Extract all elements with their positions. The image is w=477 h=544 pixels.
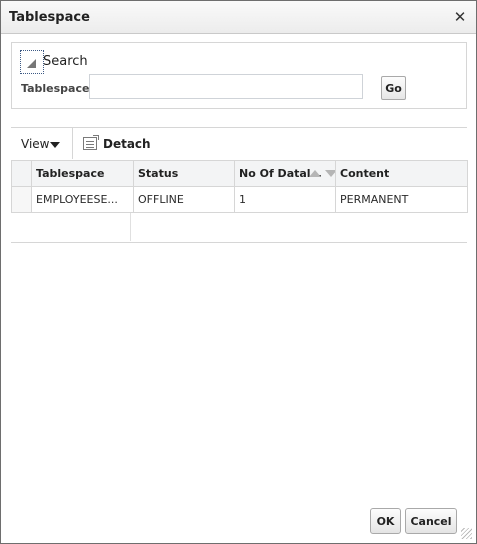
table-row[interactable]: EMPLOYEESE... OFFLINE 1 PERMANENT [11, 186, 468, 213]
cancel-button[interactable]: Cancel [405, 508, 457, 534]
row-selector-header [11, 160, 32, 187]
tablespace-field-label: Tablespace [21, 82, 90, 95]
table-header-row: Tablespace Status No Of Datal Content [11, 160, 468, 187]
column-header-tablespace[interactable]: Tablespace [31, 160, 134, 187]
close-icon[interactable]: ✕ [452, 8, 468, 26]
tablespace-table: Tablespace Status No Of Datal Content EM… [11, 160, 468, 213]
toolbar-divider [11, 127, 467, 128]
disclosure-triangle-icon [27, 59, 36, 68]
detach-button[interactable]: Detach [103, 137, 151, 151]
column-header-status[interactable]: Status [133, 160, 235, 187]
cell-tablespace: EMPLOYEESE... [31, 186, 134, 213]
tablespace-search-input[interactable] [89, 74, 363, 99]
cell-status: OFFLINE [133, 186, 235, 213]
sort-ascending-icon[interactable] [308, 170, 321, 177]
caret-down-icon[interactable] [50, 142, 60, 148]
row-selector[interactable] [11, 186, 32, 213]
resize-grip-icon[interactable] [461, 528, 472, 539]
dialog-title: Tablespace [9, 10, 90, 25]
table-footer-separator [130, 213, 131, 241]
detach-icon[interactable] [83, 135, 99, 150]
table-footer-divider [11, 242, 467, 243]
search-heading[interactable]: Search [43, 54, 88, 69]
ok-button[interactable]: OK [370, 508, 401, 534]
tablespace-dialog: Tablespace ✕ Search Tablespace Go View D… [0, 0, 477, 544]
dialog-titlebar[interactable]: Tablespace ✕ [1, 1, 476, 34]
go-button[interactable]: Go [381, 76, 406, 100]
cell-content: PERMANENT [335, 186, 468, 213]
search-disclosure-toggle[interactable] [20, 50, 44, 74]
cell-no-of-datafiles: 1 [234, 186, 336, 213]
search-panel: Search Tablespace Go [11, 42, 467, 109]
toolbar-separator [72, 128, 73, 159]
column-header-content[interactable]: Content [335, 160, 468, 187]
view-menu[interactable]: View [21, 137, 49, 151]
sort-descending-icon[interactable] [324, 170, 335, 177]
column-header-no-of-datafiles[interactable]: No Of Datal [234, 160, 336, 187]
